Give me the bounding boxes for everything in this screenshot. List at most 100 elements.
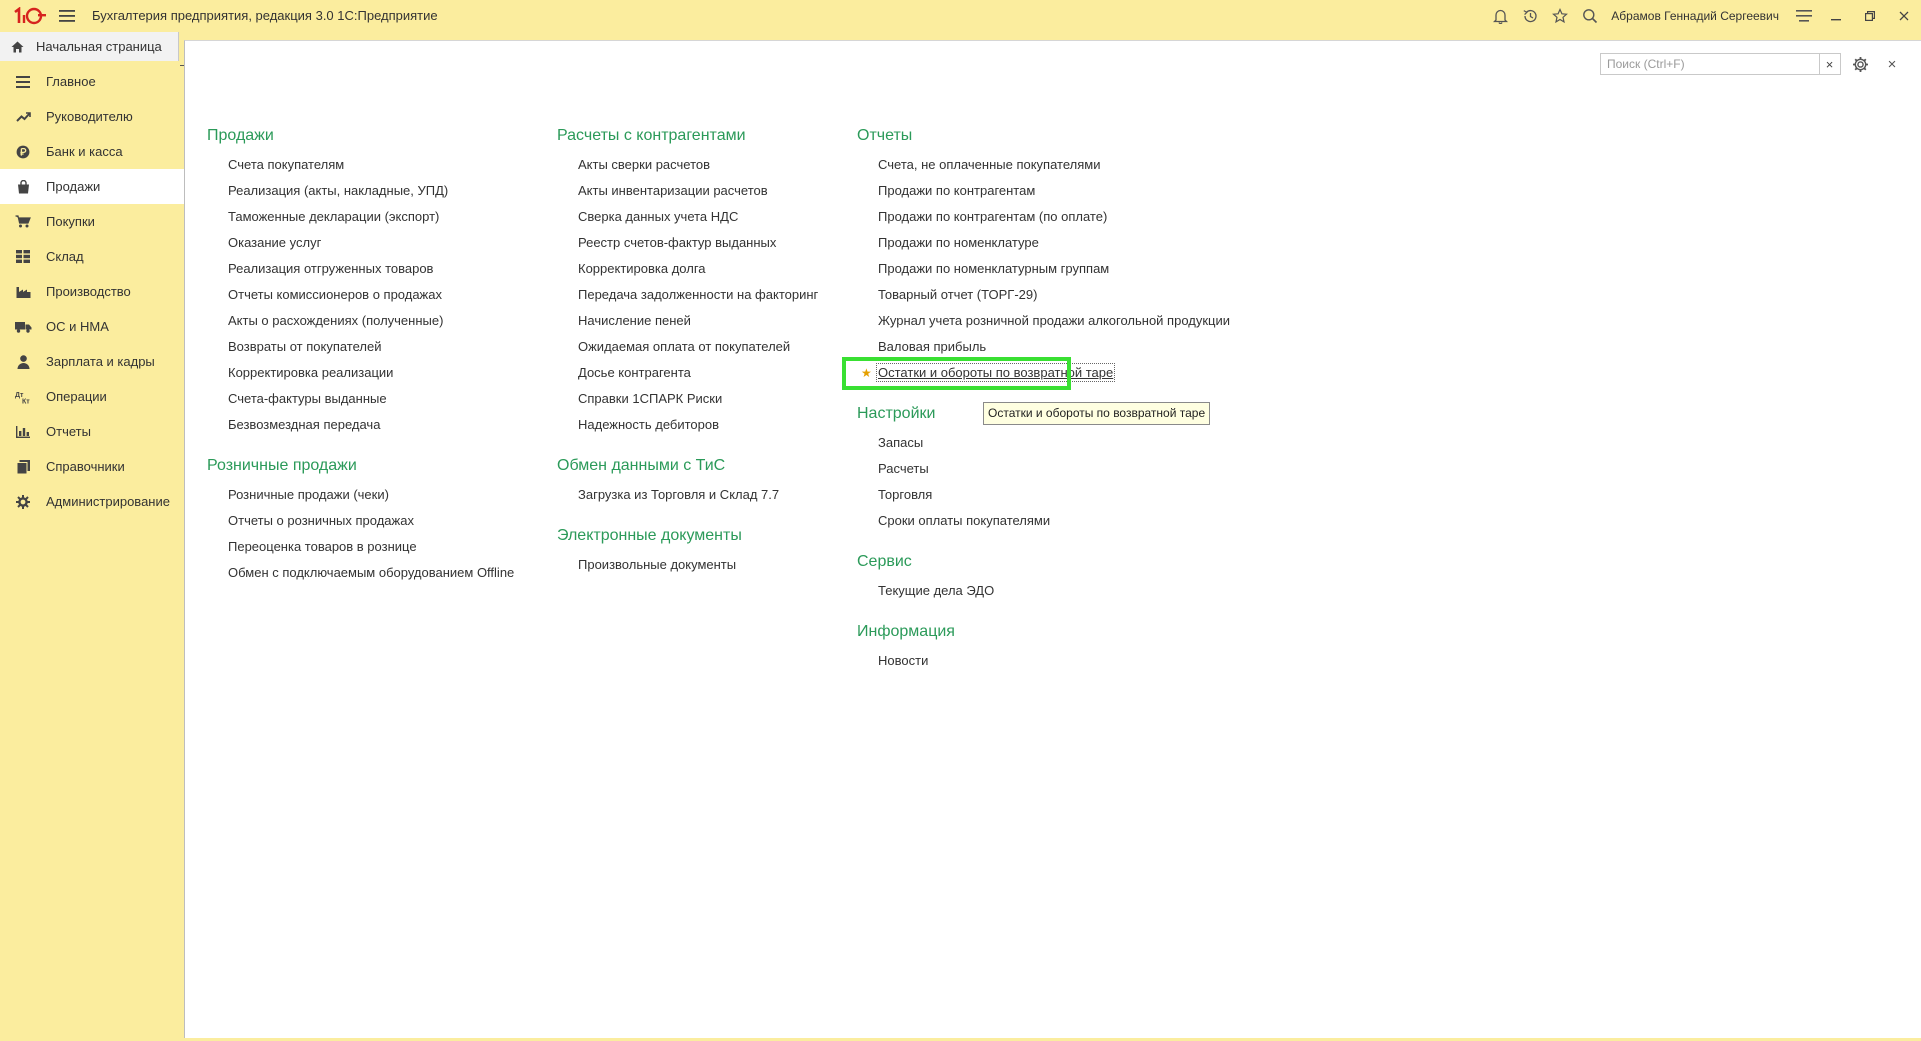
section-link[interactable]: Расчеты <box>857 456 1277 482</box>
search-icon[interactable] <box>1575 0 1605 31</box>
section-link[interactable]: Акты сверки расчетов <box>557 152 847 178</box>
favorites-star-icon[interactable] <box>1545 0 1575 31</box>
section-link-label: Справки 1СПАРК Риски <box>578 391 723 406</box>
section-link-label: Акты сверки расчетов <box>578 157 711 172</box>
highlighted-section-link[interactable]: ★ Остатки и обороты по возвратной таре <box>857 360 1277 386</box>
section-link-label: Журнал учета розничной продажи алкогольн… <box>878 313 1231 328</box>
coin-icon <box>14 145 32 159</box>
section-link[interactable]: Начисление пеней <box>557 308 847 334</box>
section-link-label: Реализация (акты, накладные, УПД) <box>228 183 449 198</box>
section-link[interactable]: Продажи по контрагентам (по оплате) <box>857 204 1277 230</box>
section-link[interactable]: Таможенные декларации (экспорт) <box>207 204 537 230</box>
section-title[interactable]: Расчеты с контрагентами <box>557 123 847 148</box>
sidebar-item-book[interactable]: Справочники <box>0 449 184 484</box>
panel-settings-gear-icon[interactable] <box>1849 53 1871 75</box>
settings-menu-icon[interactable] <box>1789 0 1819 31</box>
section-link[interactable]: Реализация (акты, накладные, УПД) <box>207 178 537 204</box>
main-menu-icon[interactable] <box>56 5 78 27</box>
section-link-label: Текущие дела ЭДО <box>878 583 995 598</box>
section-link[interactable]: Счета покупателям <box>207 152 537 178</box>
section-title[interactable]: Информация <box>857 619 1277 644</box>
sidebar-item-bar-chart[interactable]: Отчеты <box>0 414 184 449</box>
section-link[interactable]: Счета-фактуры выданные <box>207 386 537 412</box>
section-title[interactable]: Сервис <box>857 549 1277 574</box>
bell-icon[interactable] <box>1485 0 1515 31</box>
bar-chart-icon <box>14 425 32 438</box>
section-link-label: Торговля <box>878 487 933 502</box>
section-link[interactable]: Продажи по номенклатурным группам <box>857 256 1277 282</box>
section-link[interactable]: Акты о расхождениях (полученные) <box>207 308 537 334</box>
section-link[interactable]: Оказание услуг <box>207 230 537 256</box>
section-link[interactable]: Новости <box>857 648 1277 674</box>
section-link[interactable]: Загрузка из Торговля и Склад 7.7 <box>557 482 847 508</box>
close-panel-button[interactable]: × <box>1881 53 1903 75</box>
column-1: Продажи Счета покупателям Реализация (акты… <box>207 123 537 601</box>
sidebar-item-shopping-bag[interactable]: Продажи <box>0 169 184 204</box>
section-link[interactable]: Обмен с подключаемым оборудованием Offli… <box>207 560 537 586</box>
section-link[interactable]: Справки 1СПАРК Риски <box>557 386 847 412</box>
restore-window-icon[interactable] <box>1853 0 1887 31</box>
section-title[interactable]: Отчеты <box>857 123 1277 148</box>
sidebar-item-label: Руководителю <box>46 109 133 124</box>
sidebar-item-truck[interactable]: ОС и НМА <box>0 309 184 344</box>
section-link[interactable]: Возвраты от покупателей <box>207 334 537 360</box>
section-link[interactable]: Передача задолженности на факторинг <box>557 282 847 308</box>
home-page-tab[interactable]: Начальная страница <box>0 32 179 61</box>
section-link-label: Реализация отгруженных товаров <box>228 261 434 276</box>
section-link[interactable]: Реализация отгруженных товаров <box>207 256 537 282</box>
section-link[interactable]: Сверка данных учета НДС <box>557 204 847 230</box>
favorite-star-icon[interactable]: ★ <box>861 360 872 386</box>
section-link[interactable]: Досье контрагента <box>557 360 847 386</box>
section-title[interactable]: Электронные документы <box>557 523 847 548</box>
section-link[interactable]: Отчеты комиссионеров о продажах <box>207 282 537 308</box>
section-link[interactable]: Счета, не оплаченные покупателями <box>857 152 1277 178</box>
section-link[interactable]: Акты инвентаризации расчетов <box>557 178 847 204</box>
section-link[interactable]: Валовая прибыль <box>857 334 1277 360</box>
section-link[interactable]: Корректировка долга <box>557 256 847 282</box>
section-link[interactable]: Розничные продажи (чеки) <box>207 482 537 508</box>
sidebar-item-person[interactable]: Зарплата и кадры <box>0 344 184 379</box>
section-link[interactable]: Товарный отчет (ТОРГ-29) <box>857 282 1277 308</box>
section-link[interactable]: Журнал учета розничной продажи алкогольн… <box>857 308 1277 334</box>
user-name[interactable]: Абрамов Геннадий Сергеевич <box>1611 9 1779 23</box>
section-title[interactable]: Обмен данными с ТиС <box>557 453 847 478</box>
search-input[interactable] <box>1600 53 1820 75</box>
section-link[interactable]: Надежность дебиторов <box>557 412 847 438</box>
sidebar-item-coin[interactable]: Банк и касса <box>0 134 184 169</box>
section-link-label: Продажи по контрагентам <box>878 183 1036 198</box>
section-link[interactable]: Переоценка товаров в рознице <box>207 534 537 560</box>
section-link[interactable]: Запасы <box>857 430 1277 456</box>
section-link[interactable]: Корректировка реализации <box>207 360 537 386</box>
section-link[interactable]: Продажи по номенклатуре <box>857 230 1277 256</box>
section-link[interactable]: Отчеты о розничных продажах <box>207 508 537 534</box>
section-link-label: Обмен с подключаемым оборудованием Offli… <box>228 565 515 580</box>
section-link[interactable]: Продажи по контрагентам <box>857 178 1277 204</box>
section-link[interactable]: Сроки оплаты покупателями <box>857 508 1277 534</box>
title-bar: Бухгалтерия предприятия, редакция 3.0 1С… <box>0 0 1921 31</box>
section-link-label: Загрузка из Торговля и Склад 7.7 <box>578 487 780 502</box>
section-link[interactable]: Ожидаемая оплата от покупателей <box>557 334 847 360</box>
section-link[interactable]: Реестр счетов-фактур выданных <box>557 230 847 256</box>
sidebar-item-factory[interactable]: Производство <box>0 274 184 309</box>
sidebar-item-trend-up[interactable]: Руководителю <box>0 99 184 134</box>
sidebar-item-gear[interactable]: Администрирование <box>0 484 184 519</box>
section-link[interactable]: Торговля <box>857 482 1277 508</box>
minimize-window-icon[interactable] <box>1819 0 1853 31</box>
sidebar-item-cart[interactable]: Покупки <box>0 204 184 239</box>
section-link[interactable]: Безвозмездная передача <box>207 412 537 438</box>
clear-search-button[interactable]: × <box>1819 53 1841 75</box>
section-link-label: Расчеты <box>878 461 929 476</box>
section-title[interactable]: Продажи <box>207 123 537 148</box>
section-link-label: Начисление пеней <box>578 313 691 328</box>
history-icon[interactable] <box>1515 0 1545 31</box>
sidebar-item-debit-credit[interactable]: Дт Кт Операции <box>0 379 184 414</box>
close-window-icon[interactable] <box>1887 0 1921 31</box>
sidebar-item-menu-lines[interactable]: Главное <box>0 64 184 99</box>
cart-icon <box>14 215 32 228</box>
gear-icon <box>14 494 32 509</box>
sidebar-item-warehouse-grid[interactable]: Склад <box>0 239 184 274</box>
section-link-label: Сверка данных учета НДС <box>578 209 739 224</box>
section-link[interactable]: Произвольные документы <box>557 552 847 578</box>
section-link[interactable]: Текущие дела ЭДО <box>857 578 1277 604</box>
section-title[interactable]: Розничные продажи <box>207 453 537 478</box>
